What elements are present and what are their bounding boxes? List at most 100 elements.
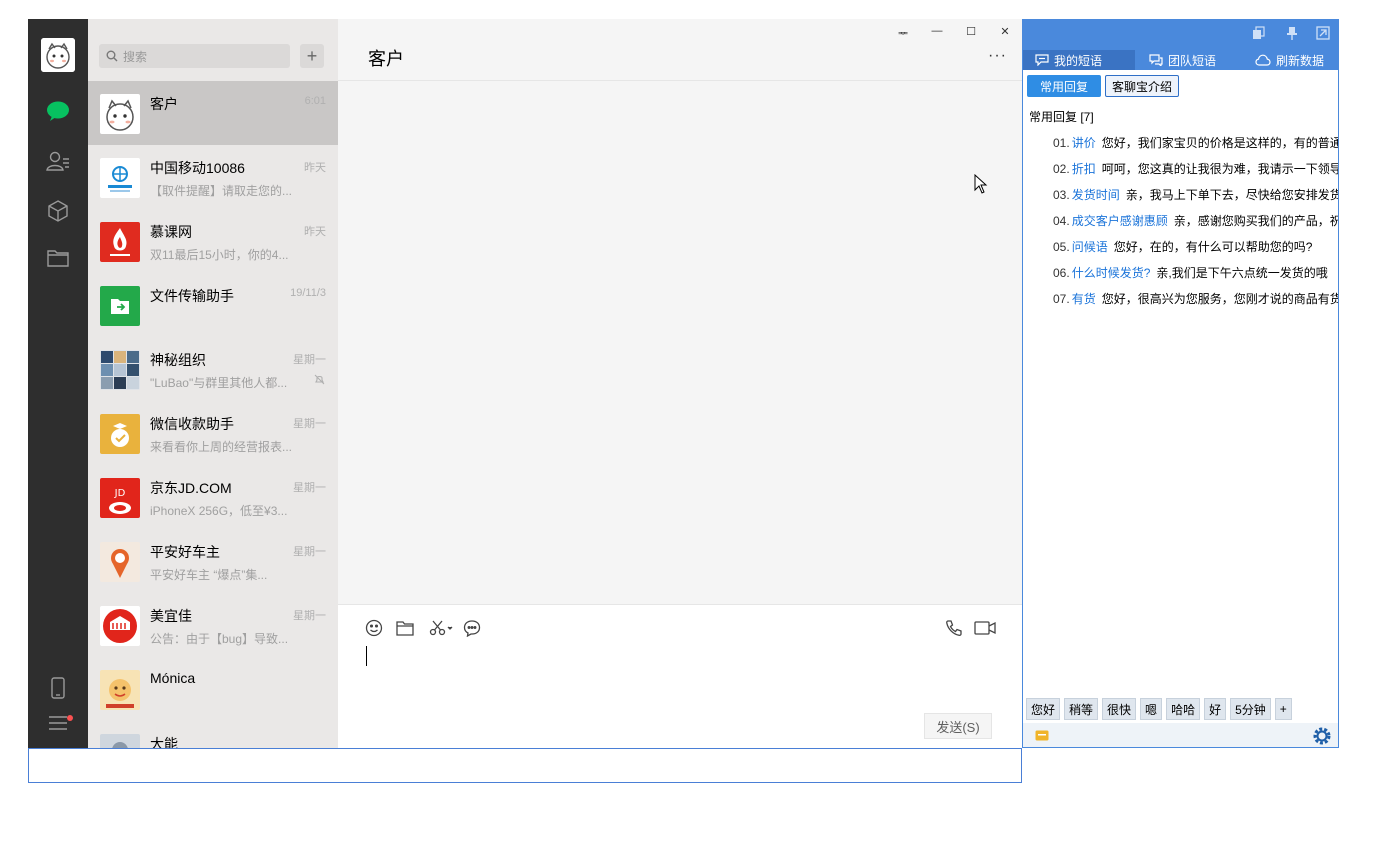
icon-sidebar <box>28 19 88 748</box>
quick-phrase-button[interactable]: 哈哈 <box>1166 698 1201 720</box>
conversation-item[interactable]: 客户 6:01 <box>88 81 338 145</box>
reply-item[interactable]: 03. 发货时间 亲，我马上下单下去，尽快给您安排发货 <box>1053 186 1338 203</box>
contact-name: 慕课网 <box>150 224 192 240</box>
contact-name: 神秘组织 <box>150 352 206 368</box>
send-button[interactable]: 发送(S) <box>924 713 992 739</box>
contacts-icon[interactable] <box>44 148 72 174</box>
message-time: 星期一 <box>293 482 326 494</box>
contact-avatar <box>100 734 140 748</box>
reply-number: 02. <box>1053 162 1070 176</box>
search-input[interactable]: 搜索 <box>99 44 290 68</box>
reply-keyword: 发货时间 <box>1071 188 1120 202</box>
conversation-item[interactable]: 中国移动10086 昨天 【取件提醒】请取走您的... <box>88 145 338 209</box>
maximize-button[interactable]: ☐ <box>964 25 978 38</box>
meiyijia-logo <box>100 606 140 646</box>
reply-text: 您好，很高兴为您服务，您刚才说的商品有货 <box>1101 292 1339 306</box>
contact-name: 平安好车主 <box>150 544 220 560</box>
conversation-item[interactable]: JD 京东JD.COM 星期一 iPhoneX 256G，低至¥3... <box>88 465 338 529</box>
conversation-item[interactable]: 美宜佳 星期一 公告：由于【bug】导致... <box>88 593 338 657</box>
group-label: 常用回复 [7] <box>1029 110 1094 124</box>
contact-name: 京东JD.COM <box>150 480 232 496</box>
reply-keyword: 什么时候发货? <box>1071 266 1151 280</box>
message-preview: 【取件提醒】请取走您的... <box>150 184 293 198</box>
contact-avatar <box>100 670 140 710</box>
reply-item[interactable]: 02. 折扣 呵呵，您这真的让我很为难，我请示一下领导 <box>1053 160 1339 177</box>
search-placeholder: 搜索 <box>123 49 148 64</box>
jd-logo: JD <box>100 478 140 518</box>
minimize-button[interactable]: — <box>930 25 944 37</box>
message-time: 6:01 <box>304 95 326 107</box>
menu-icon[interactable] <box>44 710 72 736</box>
mouse-cursor-icon <box>974 174 988 194</box>
message-preview: 平安好车主 “爆点”集... <box>150 568 268 582</box>
voice-call-icon[interactable] <box>944 618 964 638</box>
svg-text:JD: JD <box>114 488 126 499</box>
input-box-outline <box>28 748 1022 783</box>
tab-team-phrases[interactable]: 团队短语 <box>1149 50 1216 70</box>
conversation-item[interactable]: 文件传输助手 19/11/3 <box>88 273 338 337</box>
collections-box-icon[interactable] <box>44 198 72 224</box>
pingan-logo <box>100 542 140 582</box>
copy-window-icon[interactable] <box>1251 25 1267 41</box>
message-time: 昨天 <box>304 226 326 238</box>
quick-phrase-button[interactable]: 5分钟 <box>1230 698 1271 720</box>
reply-text: 您好，在的，有什么可以帮助您的吗? <box>1113 240 1313 254</box>
reply-number: 04. <box>1053 214 1070 228</box>
reply-item[interactable]: 06. 什么时候发货? 亲,我们是下午六点统一发货的哦 <box>1053 264 1328 281</box>
search-icon <box>106 50 118 62</box>
quick-phrase-button[interactable]: 很快 <box>1102 698 1137 720</box>
quick-phrase-button[interactable]: 好 <box>1204 698 1227 720</box>
phone-device-icon[interactable] <box>44 675 72 701</box>
more-options-button[interactable]: ··· <box>988 47 1007 65</box>
close-button[interactable]: ✕ <box>998 25 1012 38</box>
chat-history-icon[interactable] <box>462 618 482 638</box>
folder-icon[interactable] <box>44 245 72 271</box>
add-button[interactable]: + <box>300 44 324 68</box>
reply-item[interactable]: 07. 有货 您好，很高兴为您服务，您刚才说的商品有货 <box>1053 290 1339 307</box>
emoji-icon[interactable] <box>364 618 384 638</box>
chats-icon[interactable] <box>44 98 72 124</box>
reply-text: 呵呵，您这真的让我很为难，我请示一下领导 <box>1101 162 1339 176</box>
conversation-item[interactable]: 神秘组织 星期一 "LuBao"与群里其他人都... <box>88 337 338 401</box>
reply-item[interactable]: 01. 讲价 您好，我们家宝贝的价格是这样的，有的普通 <box>1053 134 1338 151</box>
tab-label: 我的短语 <box>1054 53 1103 68</box>
message-icon[interactable] <box>1035 730 1049 741</box>
folder-icon[interactable] <box>395 618 415 638</box>
contact-name: 微信收款助手 <box>150 416 234 432</box>
settings-gear-icon[interactable] <box>1313 727 1331 745</box>
contact-name: 大能 <box>150 736 178 748</box>
chat-pane: ᆓ — ☐ ✕ 客户 ··· 发送(S) <box>338 19 1022 748</box>
quick-phrase-button[interactable]: 嗯 <box>1140 698 1163 720</box>
pin-icon[interactable] <box>1284 25 1300 41</box>
quick-phrase-button[interactable]: 您好 <box>1026 698 1061 720</box>
conversation-item[interactable]: 慕课网 昨天 双11最后15小时，你的4... <box>88 209 338 273</box>
chat-bubble-icon <box>1035 54 1049 66</box>
screenshot-scissors-icon[interactable] <box>428 618 454 638</box>
reply-keyword: 有货 <box>1071 292 1096 306</box>
reply-item[interactable]: 04. 成交客户感谢惠顾 亲，感谢您购买我们的产品，祝 <box>1053 212 1338 229</box>
common-replies-button[interactable]: 常用回复 <box>1027 75 1101 97</box>
message-preview: "LuBao"与群里其他人都... <box>150 376 288 390</box>
conversation-item[interactable]: 大能 <box>88 721 338 748</box>
reply-number: 06. <box>1053 266 1070 280</box>
reply-item[interactable]: 05. 问候语 您好，在的，有什么可以帮助您的吗? <box>1053 238 1312 255</box>
group-avatar <box>100 350 140 390</box>
add-quick-phrase-button[interactable]: + <box>1274 698 1292 720</box>
chat-title: 客户 <box>368 49 404 69</box>
user-avatar[interactable] <box>41 38 75 72</box>
tab-my-phrases[interactable]: 我的短语 <box>1023 50 1135 70</box>
quick-phrase-button[interactable]: 稍等 <box>1064 698 1099 720</box>
message-time: 星期一 <box>293 418 326 430</box>
conversation-item[interactable]: 微信收款助手 星期一 来看看你上周的经营报表... <box>88 401 338 465</box>
tab-refresh-data[interactable]: 刷新数据 <box>1255 50 1324 70</box>
panel-header: 我的短语 团队短语 刷新数据 <box>1023 20 1338 70</box>
pin-window-button[interactable]: ᆓ <box>896 25 910 41</box>
conversation-item[interactable]: Mónica <box>88 657 338 721</box>
intro-button[interactable]: 客聊宝介绍 <box>1105 75 1179 97</box>
video-call-icon[interactable] <box>974 618 996 638</box>
contact-name: 文件传输助手 <box>150 288 234 304</box>
header-divider <box>338 80 1022 81</box>
conversation-item[interactable]: 平安好车主 星期一 平安好车主 “爆点”集... <box>88 529 338 593</box>
exit-panel-icon[interactable] <box>1315 25 1331 41</box>
reply-number: 07. <box>1053 292 1070 306</box>
